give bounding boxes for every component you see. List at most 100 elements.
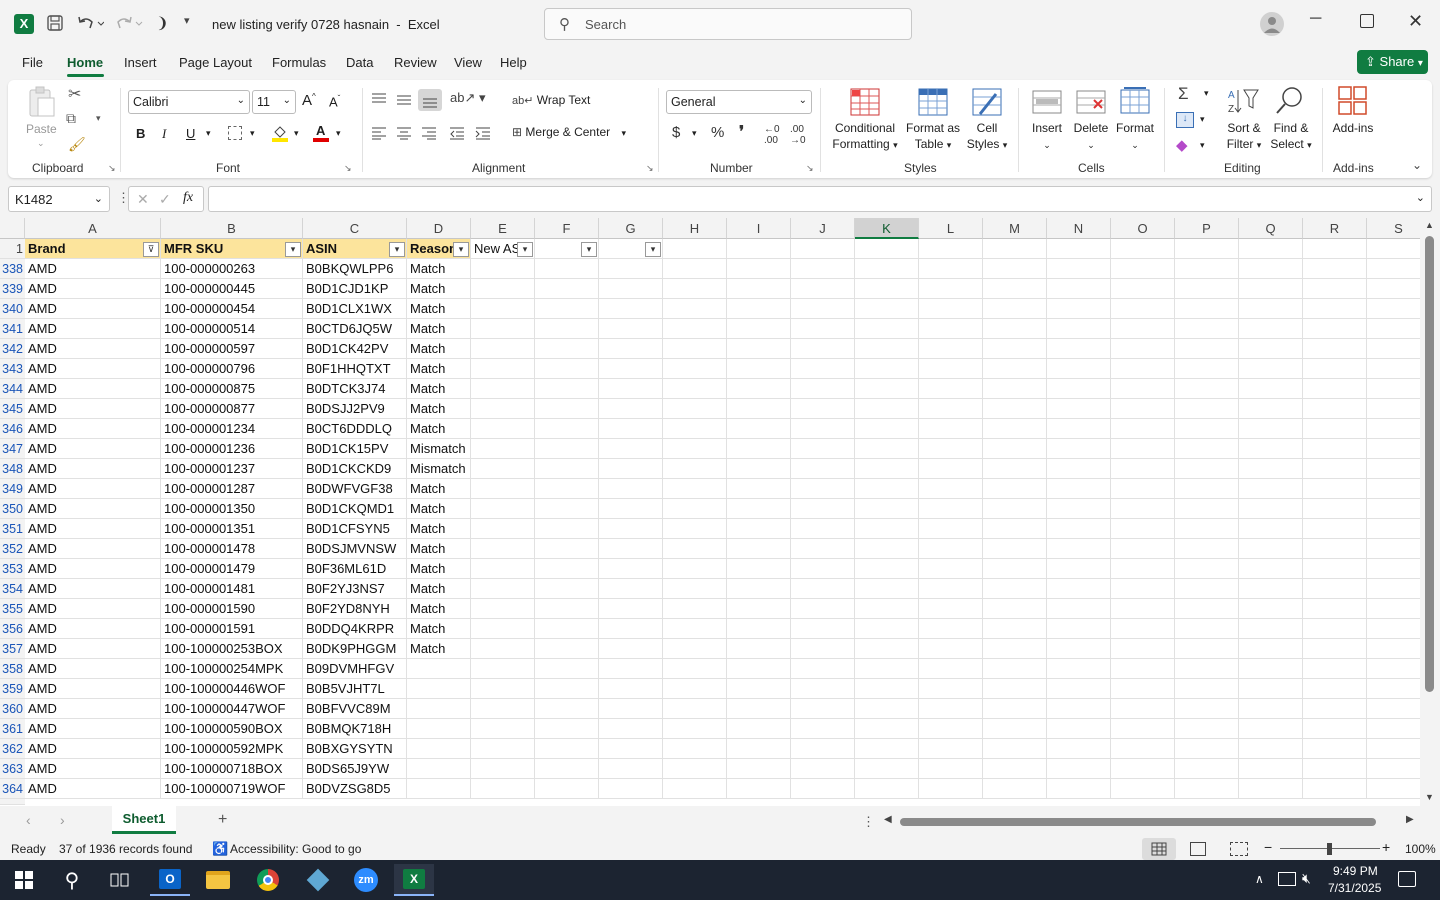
brand-cell[interactable]: AMD bbox=[25, 699, 161, 719]
brand-cell[interactable]: AMD bbox=[25, 779, 161, 799]
grid-cell[interactable] bbox=[919, 519, 983, 539]
grid-cell[interactable] bbox=[1303, 239, 1367, 259]
grid-cell[interactable] bbox=[1239, 499, 1303, 519]
grid-cell[interactable] bbox=[727, 779, 791, 799]
redo-icon[interactable] bbox=[114, 14, 144, 32]
grid-cell[interactable] bbox=[727, 339, 791, 359]
grid-cell[interactable] bbox=[1111, 239, 1175, 259]
grid-cell[interactable] bbox=[1367, 719, 1420, 739]
grid-cell[interactable] bbox=[599, 479, 663, 499]
grid-cell[interactable] bbox=[1175, 299, 1239, 319]
grid-cell[interactable] bbox=[1367, 599, 1420, 619]
number-format-select[interactable]: General ⌄ bbox=[666, 90, 812, 114]
reason-cell[interactable]: Match bbox=[407, 599, 471, 619]
delete-button[interactable]: Delete ⌄ bbox=[1070, 120, 1112, 153]
grid-cell[interactable] bbox=[791, 239, 855, 259]
grid-cell[interactable] bbox=[1047, 279, 1111, 299]
grid-cell[interactable] bbox=[471, 319, 535, 339]
font-color-icon[interactable]: A bbox=[313, 123, 329, 142]
chevron-up-icon[interactable]: ∧ bbox=[1255, 872, 1264, 886]
grid-cell[interactable] bbox=[1175, 519, 1239, 539]
bold-icon[interactable]: B bbox=[136, 126, 145, 141]
reason-cell[interactable]: Match bbox=[407, 339, 471, 359]
grid-cell[interactable] bbox=[535, 339, 599, 359]
grid-cell[interactable] bbox=[1239, 459, 1303, 479]
grid-cell[interactable] bbox=[1175, 679, 1239, 699]
grid-cell[interactable] bbox=[983, 619, 1047, 639]
grid-cell[interactable] bbox=[855, 459, 919, 479]
grid-cell[interactable] bbox=[535, 599, 599, 619]
normal-view-button[interactable] bbox=[1142, 838, 1176, 860]
brand-cell[interactable]: AMD bbox=[25, 299, 161, 319]
mfr-sku-cell[interactable]: 100-000001591 bbox=[161, 619, 303, 639]
grid-cell[interactable] bbox=[535, 479, 599, 499]
grid-cell[interactable] bbox=[727, 259, 791, 279]
custom-action-icon[interactable]: ❩ bbox=[156, 14, 172, 32]
grid-cell[interactable] bbox=[663, 319, 727, 339]
grid-cell[interactable] bbox=[535, 739, 599, 759]
column-header-n[interactable]: N bbox=[1047, 218, 1111, 239]
zoom-in-icon[interactable]: + bbox=[1382, 839, 1390, 855]
row-header[interactable]: 363 bbox=[0, 759, 25, 779]
horizontal-scroll-thumb[interactable] bbox=[900, 818, 1376, 826]
grid-cell[interactable] bbox=[919, 599, 983, 619]
brand-cell[interactable]: AMD bbox=[25, 659, 161, 679]
select-all-corner[interactable] bbox=[0, 218, 25, 239]
chrome-icon[interactable] bbox=[248, 864, 288, 896]
cell-styles-button[interactable]: Cell Styles ▾ bbox=[964, 120, 1010, 153]
grid-cell[interactable] bbox=[1367, 319, 1420, 339]
grid-cell[interactable] bbox=[1047, 639, 1111, 659]
grid-cell[interactable] bbox=[471, 339, 535, 359]
grid-cell[interactable] bbox=[663, 559, 727, 579]
filter-dropdown-button[interactable]: ▾ bbox=[389, 242, 405, 257]
grid-cell[interactable] bbox=[855, 299, 919, 319]
grid-cell[interactable] bbox=[855, 659, 919, 679]
grid-cell[interactable] bbox=[599, 779, 663, 799]
filter-dropdown-button[interactable]: ▾ bbox=[453, 242, 469, 257]
column-header-q[interactable]: Q bbox=[1239, 218, 1303, 239]
grid-cell[interactable] bbox=[1239, 399, 1303, 419]
grid-cell[interactable] bbox=[1047, 699, 1111, 719]
font-size-select[interactable]: 11 ⌄ bbox=[252, 90, 296, 114]
grid-cell[interactable] bbox=[1175, 419, 1239, 439]
grid-cell[interactable] bbox=[1239, 619, 1303, 639]
brand-cell[interactable]: AMD bbox=[25, 759, 161, 779]
grid-cell[interactable] bbox=[1111, 279, 1175, 299]
grid-cell[interactable] bbox=[983, 259, 1047, 279]
reason-cell[interactable] bbox=[407, 779, 471, 799]
brand-cell[interactable]: AMD bbox=[25, 379, 161, 399]
grid-cell[interactable] bbox=[1175, 319, 1239, 339]
grid-cell[interactable] bbox=[663, 279, 727, 299]
grid-cell[interactable] bbox=[727, 559, 791, 579]
add-ins-button[interactable]: Add-ins bbox=[1326, 120, 1380, 136]
grid-cell[interactable] bbox=[1111, 399, 1175, 419]
grid-cell[interactable] bbox=[983, 299, 1047, 319]
clear-dropdown-icon[interactable]: ▾ bbox=[1200, 140, 1205, 151]
grid-cell[interactable] bbox=[1175, 439, 1239, 459]
grid-cell[interactable] bbox=[727, 399, 791, 419]
autosum-dropdown-icon[interactable]: ▾ bbox=[1204, 88, 1209, 99]
align-top-icon[interactable] bbox=[370, 92, 388, 106]
tab-insert[interactable]: Insert bbox=[124, 55, 157, 70]
grid-cell[interactable] bbox=[1303, 459, 1367, 479]
asin-cell[interactable]: B0F36ML61D bbox=[303, 559, 407, 579]
grid-cell[interactable] bbox=[727, 359, 791, 379]
grid-cell[interactable] bbox=[1111, 319, 1175, 339]
grid-cell[interactable] bbox=[471, 559, 535, 579]
grid-cell[interactable] bbox=[599, 419, 663, 439]
grid-cell[interactable] bbox=[1239, 319, 1303, 339]
grid-cell[interactable] bbox=[1367, 579, 1420, 599]
grid-cell[interactable] bbox=[599, 599, 663, 619]
grid-cell[interactable] bbox=[1047, 239, 1111, 259]
grid-cell[interactable] bbox=[599, 399, 663, 419]
grid-cell[interactable] bbox=[1303, 379, 1367, 399]
column-header-d[interactable]: D bbox=[407, 218, 471, 239]
grid-cell[interactable] bbox=[1303, 699, 1367, 719]
asin-cell[interactable]: B0D1CJD1KP bbox=[303, 279, 407, 299]
row-header[interactable]: 364 bbox=[0, 779, 25, 799]
row-header[interactable]: 348 bbox=[0, 459, 25, 479]
formula-input[interactable]: ⌄ bbox=[208, 186, 1432, 212]
row-header[interactable] bbox=[0, 799, 25, 805]
grid-cell[interactable] bbox=[791, 599, 855, 619]
zoom-level[interactable]: 100% bbox=[1405, 842, 1436, 856]
